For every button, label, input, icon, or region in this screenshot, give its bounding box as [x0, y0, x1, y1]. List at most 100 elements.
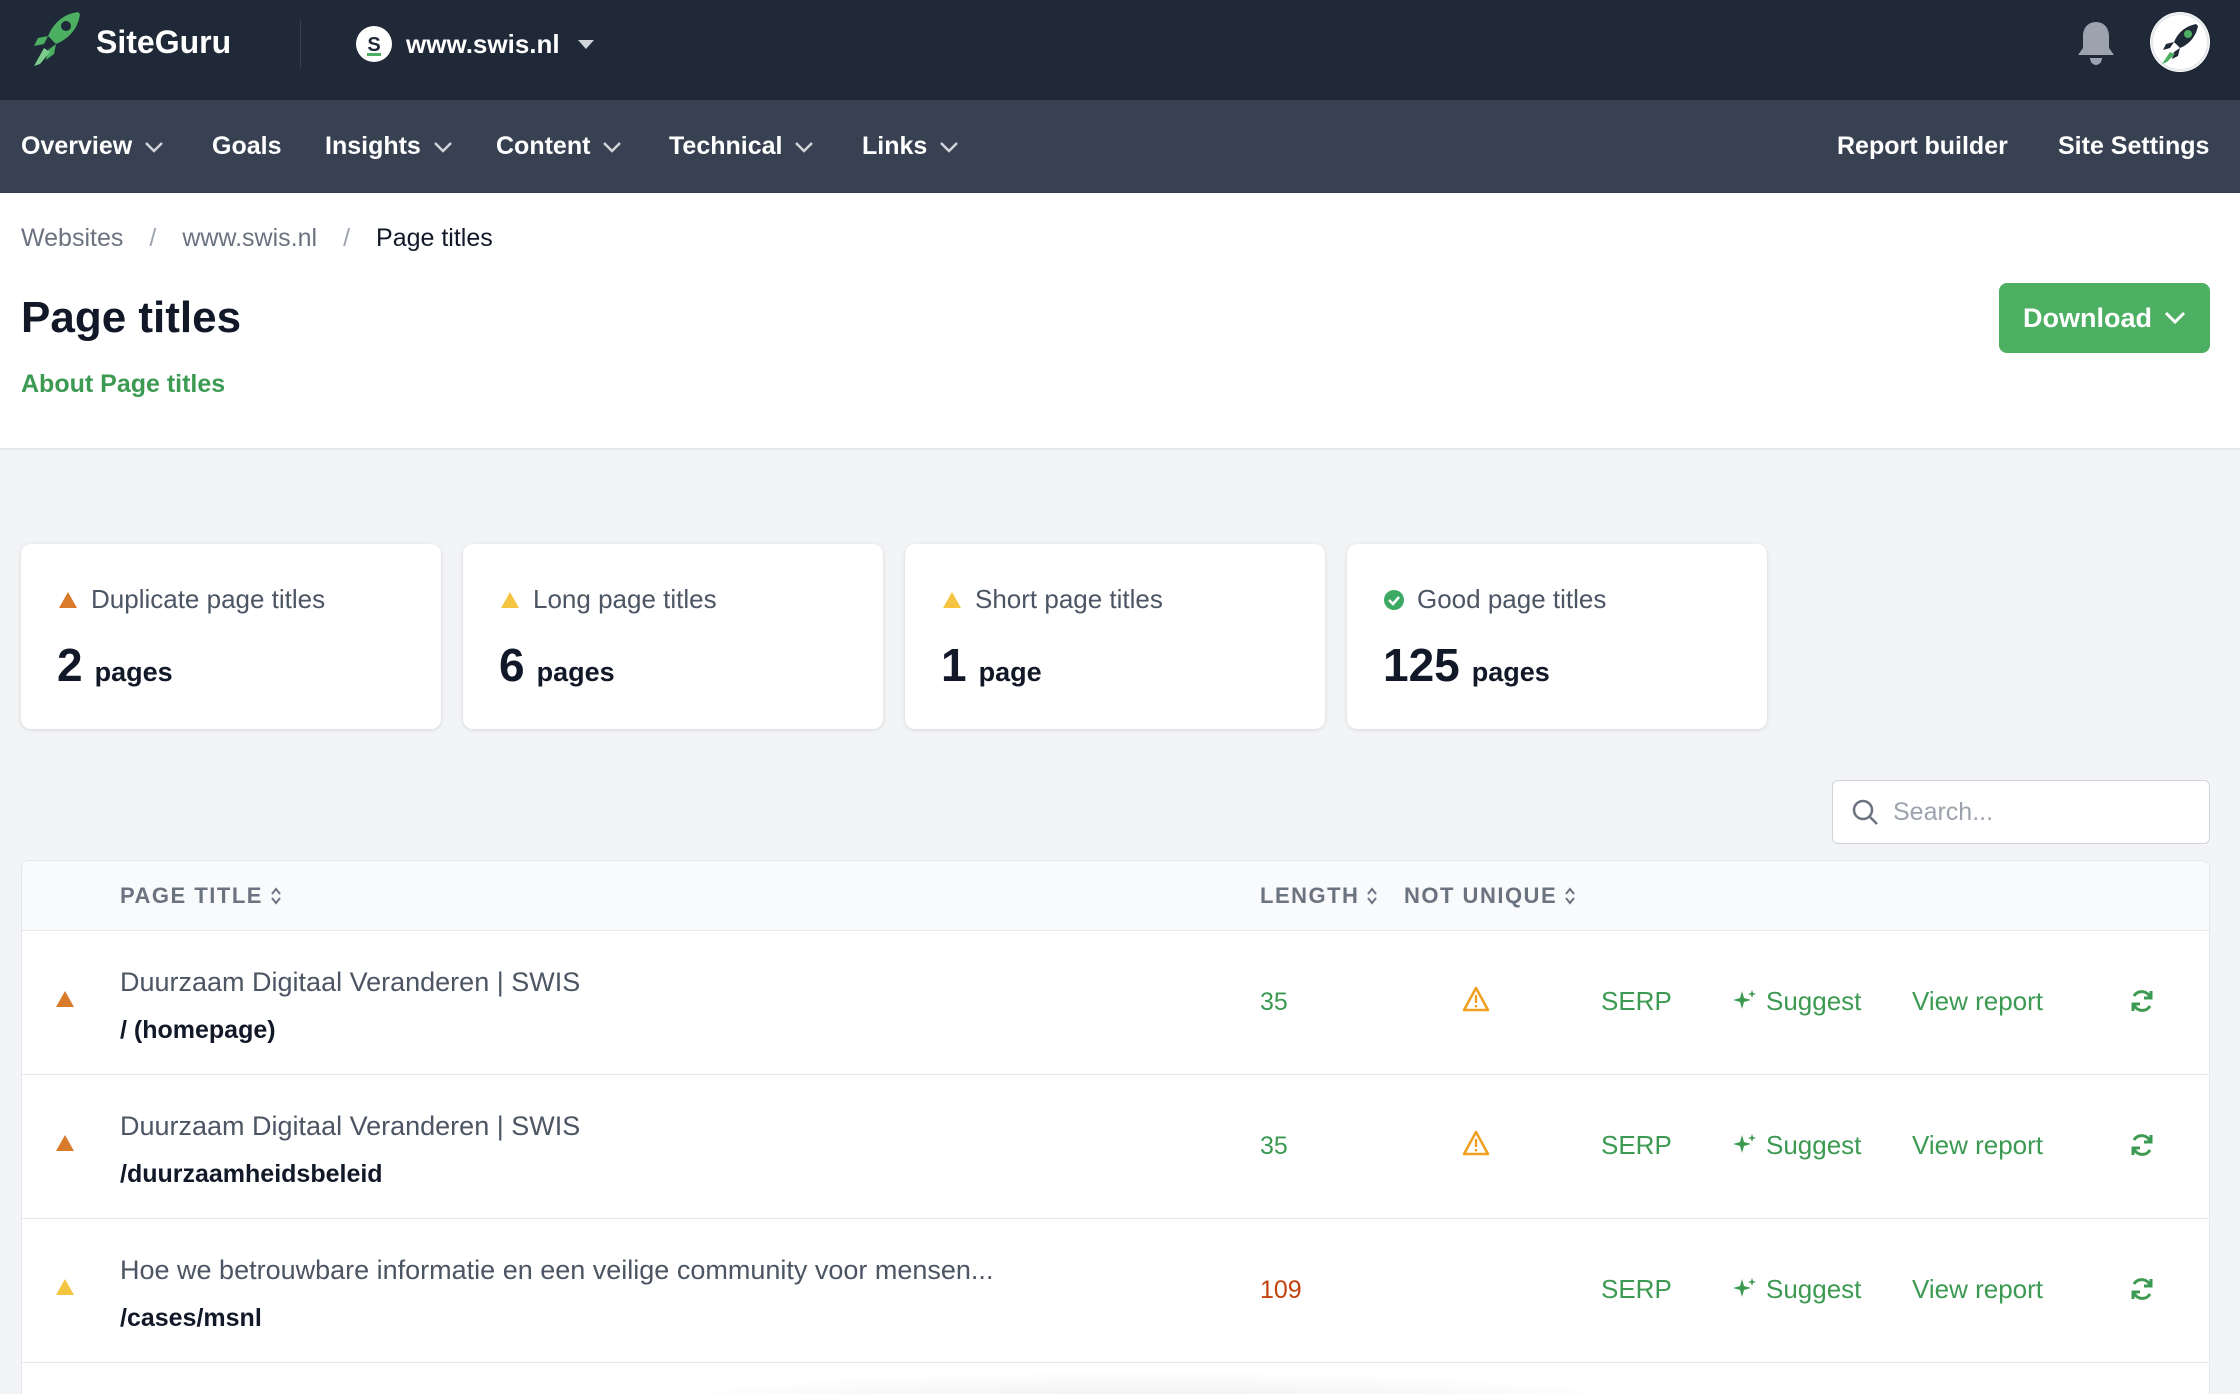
- nav-overview[interactable]: Overview: [21, 100, 164, 193]
- warning-triangle-icon: [59, 591, 77, 608]
- suggest-button[interactable]: Suggest: [1732, 1273, 1861, 1305]
- nav-links[interactable]: Links: [862, 100, 959, 193]
- chevron-down-icon: [2164, 311, 2186, 325]
- column-header-length[interactable]: LENGTH: [1260, 861, 1379, 931]
- download-button[interactable]: Download: [1999, 283, 2210, 353]
- nav-site-settings[interactable]: Site Settings: [2058, 100, 2209, 193]
- view-report-link[interactable]: View report: [1912, 1129, 2043, 1161]
- breadcrumb-separator: /: [149, 224, 157, 252]
- column-header-label: NOT UNIQUE: [1404, 883, 1558, 908]
- card-label-text: Good page titles: [1417, 584, 1607, 614]
- warning-triangle-icon: [56, 1279, 74, 1295]
- nav-technical[interactable]: Technical: [669, 100, 814, 193]
- download-label: Download: [2023, 302, 2152, 333]
- view-report-link[interactable]: View report: [1912, 1273, 2043, 1305]
- card-label: Long page titles: [499, 584, 717, 615]
- suggest-label: Suggest: [1766, 1274, 1862, 1304]
- stat-card-good[interactable]: Good page titles 125 pages: [1347, 544, 1767, 729]
- view-report-link[interactable]: View report: [1912, 985, 2043, 1017]
- card-value: 125 pages: [1383, 638, 1550, 692]
- breadcrumb-websites[interactable]: Websites: [21, 223, 123, 253]
- breadcrumb-site[interactable]: www.swis.nl: [182, 223, 317, 253]
- page-title: Page titles: [21, 293, 242, 342]
- refresh-icon[interactable]: [2128, 1275, 2156, 1303]
- nav-goals[interactable]: Goals: [212, 100, 281, 193]
- card-label: Good page titles: [1383, 584, 1606, 615]
- card-unit: pages: [536, 657, 615, 687]
- breadcrumb-separator: /: [343, 224, 351, 252]
- card-label-text: Short page titles: [975, 584, 1163, 614]
- refresh-icon[interactable]: [2128, 1131, 2156, 1159]
- user-avatar[interactable]: [2150, 12, 2210, 72]
- brand-name[interactable]: SiteGuru: [96, 22, 231, 62]
- warning-triangle-icon: [943, 591, 961, 608]
- nav-report-builder[interactable]: Report builder: [1837, 100, 2008, 193]
- refresh-icon[interactable]: [2128, 987, 2156, 1015]
- bell-icon[interactable]: [2074, 18, 2118, 68]
- warning-triangle-icon: [56, 1135, 74, 1151]
- page-titles-table: PAGE TITLE LENGTH NOT UNIQUE Duurzaam Di…: [21, 860, 2210, 1394]
- row-url[interactable]: /cases/msnl: [120, 1303, 262, 1333]
- site-switcher[interactable]: S www.swis.nl: [356, 22, 594, 66]
- warning-triangle-icon: [56, 991, 74, 1007]
- sort-icon: [1565, 887, 1575, 905]
- row-url[interactable]: / (homepage): [120, 1015, 276, 1045]
- card-number: 2: [57, 639, 83, 691]
- divider: [300, 20, 301, 68]
- serp-button[interactable]: SERP: [1601, 1129, 1672, 1161]
- column-header-not-unique[interactable]: NOT UNIQUE: [1404, 861, 1577, 931]
- card-number: 1: [941, 639, 967, 691]
- table-row: Duurzaam Digitaal Veranderen | SWIS / (h…: [22, 931, 2209, 1075]
- table-header: PAGE TITLE LENGTH NOT UNIQUE: [22, 861, 2209, 931]
- card-unit: page: [978, 657, 1042, 687]
- stat-card-short[interactable]: Short page titles 1 page: [905, 544, 1325, 729]
- nav-label: Overview: [21, 132, 133, 160]
- nav-label: Goals: [212, 132, 282, 160]
- chevron-down-icon: [433, 141, 452, 153]
- card-label: Duplicate page titles: [57, 584, 325, 615]
- card-unit: pages: [1471, 657, 1550, 687]
- card-label: Short page titles: [941, 584, 1163, 615]
- site-switcher-label: www.swis.nl: [406, 28, 560, 59]
- nav-label: Technical: [669, 132, 783, 160]
- search-input[interactable]: [1893, 797, 2183, 827]
- about-page-titles-link[interactable]: About Page titles: [21, 369, 225, 399]
- search-box[interactable]: [1832, 780, 2210, 844]
- suggest-button[interactable]: Suggest: [1732, 1129, 1861, 1161]
- chevron-down-icon: [145, 141, 164, 153]
- sort-icon: [271, 887, 281, 905]
- warning-outline-icon: [1462, 986, 1490, 1012]
- warning-outline-icon: [1462, 1130, 1490, 1156]
- bottom-shadow: [600, 1370, 1700, 1394]
- column-header-label: LENGTH: [1260, 883, 1360, 908]
- card-value: 6 pages: [499, 638, 615, 692]
- svg-text:S: S: [367, 34, 380, 56]
- chevron-down-icon: [603, 141, 622, 153]
- card-number: 6: [499, 639, 525, 691]
- card-value: 2 pages: [57, 638, 173, 692]
- suggest-button[interactable]: Suggest: [1732, 985, 1861, 1017]
- sparkle-icon: [1733, 990, 1756, 1009]
- row-page-title: Duurzaam Digitaal Veranderen | SWIS: [120, 1111, 581, 1141]
- breadcrumb: Websites / www.swis.nl / Page titles: [21, 223, 493, 253]
- sparkle-icon: [1733, 1278, 1756, 1297]
- row-url[interactable]: /duurzaamheidsbeleid: [120, 1159, 383, 1189]
- suggest-label: Suggest: [1766, 986, 1862, 1016]
- table-row: Hoe we betrouwbare informatie en een vei…: [22, 1219, 2209, 1363]
- serp-button[interactable]: SERP: [1601, 985, 1672, 1017]
- nav-content[interactable]: Content: [496, 100, 622, 193]
- rocket-logo-icon[interactable]: [28, 8, 84, 70]
- card-value: 1 page: [941, 638, 1042, 692]
- column-header-page-title[interactable]: PAGE TITLE: [120, 861, 283, 931]
- row-length: 109: [1260, 1276, 1302, 1304]
- nav-label: Report builder: [1837, 132, 2008, 160]
- main-nav: Overview Goals Insights Content Technica…: [0, 100, 2240, 193]
- nav-label: Site Settings: [2058, 132, 2210, 160]
- site-favicon-icon: S: [356, 26, 392, 62]
- stat-card-long[interactable]: Long page titles 6 pages: [463, 544, 883, 729]
- serp-button[interactable]: SERP: [1601, 1273, 1672, 1305]
- warning-triangle-icon: [501, 591, 519, 608]
- stat-card-duplicate[interactable]: Duplicate page titles 2 pages: [21, 544, 441, 729]
- nav-insights[interactable]: Insights: [325, 100, 453, 193]
- breadcrumb-current: Page titles: [376, 224, 493, 252]
